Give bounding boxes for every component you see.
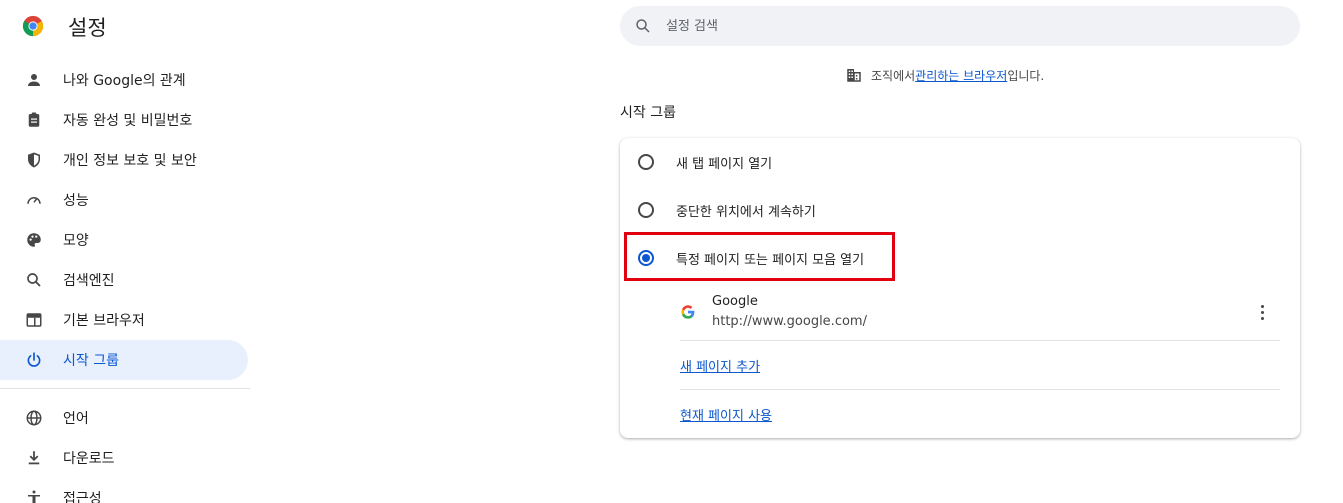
speedometer-icon xyxy=(22,188,46,212)
sidebar-item-label: 기본 브라우저 xyxy=(63,313,145,329)
sidebar-item-search-engine[interactable]: 검색엔진 xyxy=(0,260,248,300)
highlight-annotation-box xyxy=(624,232,895,281)
startup-page-name: Google xyxy=(712,294,758,309)
sidebar-item-you-and-google[interactable]: 나와 Google의 관계 xyxy=(0,60,248,100)
startup-page-entry: Google http://www.google.com/ xyxy=(680,288,1280,340)
more-actions-button[interactable] xyxy=(1252,300,1272,324)
power-icon xyxy=(22,348,46,372)
search-bar[interactable] xyxy=(620,6,1300,46)
radio-option-continue[interactable]: 중단한 위치에서 계속하기 xyxy=(638,186,816,234)
building-icon xyxy=(847,69,861,82)
startup-page-url: http://www.google.com/ xyxy=(712,314,867,329)
radio-label: 중단한 위치에서 계속하기 xyxy=(676,204,816,220)
sidebar-item-performance[interactable]: 성능 xyxy=(0,180,248,220)
sidebar-divider xyxy=(0,388,250,389)
radio-button[interactable] xyxy=(638,202,654,218)
sidebar-item-label: 개인 정보 보호 및 보안 xyxy=(63,153,197,169)
divider xyxy=(680,389,1280,390)
sidebar-item-label: 나와 Google의 관계 xyxy=(63,73,186,89)
managed-notice: 조직에서 관리하는 브라우저 입니다. xyxy=(845,66,1044,84)
managed-notice-prefix: 조직에서 xyxy=(871,68,916,83)
more-vert-icon xyxy=(1260,304,1264,308)
search-input[interactable] xyxy=(666,18,1266,34)
shield-icon xyxy=(22,148,46,172)
chrome-logo-icon xyxy=(22,15,44,37)
globe-icon xyxy=(22,406,46,430)
sidebar-item-label: 다운로드 xyxy=(63,451,115,467)
add-new-page-link[interactable]: 새 페이지 추가 xyxy=(680,356,760,375)
download-icon xyxy=(22,446,46,470)
sidebar-item-autofill[interactable]: 자동 완성 및 비밀번호 xyxy=(0,100,248,140)
sidebar-item-accessibility[interactable]: 접근성 xyxy=(0,478,248,503)
search-icon xyxy=(636,19,650,33)
startup-card: 새 탭 페이지 열기 중단한 위치에서 계속하기 특정 페이지 또는 페이지 모… xyxy=(620,138,1300,438)
sidebar-item-label: 시작 그룹 xyxy=(63,353,119,369)
sidebar-item-label: 접근성 xyxy=(63,491,102,503)
managed-notice-suffix: 입니다. xyxy=(1007,68,1045,83)
sidebar-item-downloads[interactable]: 다운로드 xyxy=(0,438,248,478)
sidebar-item-default-browser[interactable]: 기본 브라우저 xyxy=(0,300,248,340)
sidebar-item-label: 성능 xyxy=(63,193,89,209)
section-title: 시작 그룹 xyxy=(620,105,676,121)
clipboard-icon xyxy=(22,108,46,132)
palette-icon xyxy=(22,228,46,252)
google-favicon-icon xyxy=(681,305,695,319)
managed-browser-link[interactable]: 관리하는 브라우저 xyxy=(915,67,1007,84)
radio-button[interactable] xyxy=(638,154,654,170)
sidebar-item-languages[interactable]: 언어 xyxy=(0,398,248,438)
page-title: 설정 xyxy=(68,16,107,40)
sidebar-item-label: 모양 xyxy=(63,233,89,249)
sidebar-item-appearance[interactable]: 모양 xyxy=(0,220,248,260)
sidebar-item-on-startup[interactable]: 시작 그룹 xyxy=(0,340,248,380)
sidebar-item-privacy[interactable]: 개인 정보 보호 및 보안 xyxy=(0,140,248,180)
radio-label: 새 탭 페이지 열기 xyxy=(676,156,773,172)
use-current-pages-link[interactable]: 현재 페이지 사용 xyxy=(680,405,772,424)
search-icon xyxy=(22,268,46,292)
accessibility-icon xyxy=(22,486,46,503)
divider xyxy=(680,340,1280,341)
radio-option-new-tab[interactable]: 새 탭 페이지 열기 xyxy=(638,138,772,186)
sidebar-item-label: 언어 xyxy=(63,411,89,427)
sidebar-item-label: 자동 완성 및 비밀번호 xyxy=(63,113,193,129)
sidebar-item-label: 검색엔진 xyxy=(63,273,115,289)
sidebar: 나와 Google의 관계 자동 완성 및 비밀번호 개인 정보 보호 및 보안… xyxy=(0,60,260,503)
person-icon xyxy=(22,68,46,92)
browser-icon xyxy=(22,308,46,332)
